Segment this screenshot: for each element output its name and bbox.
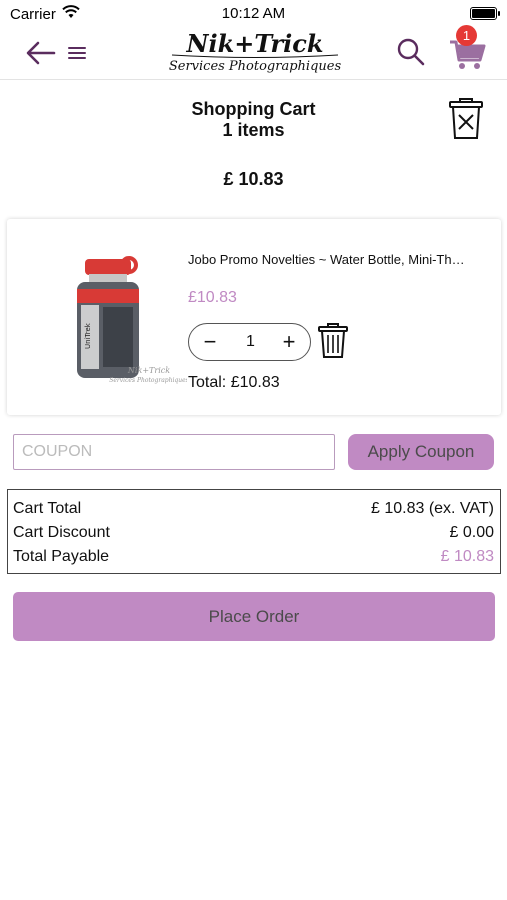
order-summary: Cart Total £ 10.83 (ex. VAT) Cart Discou… — [7, 489, 501, 574]
svg-text:Services Photographiques: Services Photographiques — [169, 59, 342, 74]
cart-badge: 1 — [456, 25, 477, 46]
page-title: Shopping Cart — [191, 99, 316, 119]
quantity-stepper: − 1 + — [188, 323, 311, 361]
product-price: £10.83 — [188, 289, 237, 306]
coupon-input[interactable] — [13, 434, 335, 470]
svg-text:Services Photographiques: Services Photographiques — [109, 377, 187, 384]
cart-total-value: £ 10.83 (ex. VAT) — [370, 500, 494, 517]
brand-logo: Nik+Trick Services Photographiques — [169, 30, 342, 74]
cart-item-count: 1 items — [222, 120, 285, 140]
trash-icon[interactable] — [317, 323, 349, 359]
quantity-increase-button[interactable]: + — [278, 328, 300, 356]
apply-coupon-button[interactable]: Apply Coupon — [348, 434, 494, 470]
cart-item-card: UniTrek Nik+Trick Services Photographiqu… — [7, 219, 501, 415]
battery-icon — [470, 7, 500, 20]
item-line-total: Total: £10.83 — [188, 374, 280, 391]
cart-discount-label: Cart Discount — [13, 524, 110, 541]
status-bar: Carrier 10:12 AM — [0, 0, 507, 28]
product-name[interactable]: Jobo Promo Novelties ~ Water Bottle, Min… — [188, 252, 488, 267]
svg-text:UniTrek: UniTrek — [84, 322, 92, 349]
quantity-value: 1 — [246, 333, 255, 350]
nav-bar: Nik+Trick Services Photographiques 1 — [0, 25, 507, 80]
quantity-decrease-button[interactable]: − — [199, 328, 221, 356]
svg-text:Nik+Trick: Nik+Trick — [186, 30, 324, 58]
product-image: UniTrek Nik+Trick Services Photographiqu… — [77, 256, 187, 384]
total-payable-label: Total Payable — [13, 548, 110, 565]
total-payable-value: £ 10.83 — [440, 548, 494, 565]
cart-total-label: Cart Total — [13, 500, 82, 517]
search-icon[interactable] — [395, 36, 427, 68]
summary-row-total-payable: Total Payable £ 10.83 — [13, 548, 494, 570]
cart-header-total: £ 10.83 — [223, 169, 284, 189]
back-arrow-icon[interactable] — [24, 40, 58, 66]
clear-cart-icon[interactable] — [447, 98, 485, 140]
summary-row-cart-total: Cart Total £ 10.83 (ex. VAT) — [13, 500, 494, 522]
clock: 10:12 AM — [221, 5, 286, 22]
cart-discount-value: £ 0.00 — [449, 524, 494, 541]
place-order-button[interactable]: Place Order — [13, 592, 495, 641]
hamburger-menu-icon[interactable] — [66, 42, 88, 64]
summary-row-cart-discount: Cart Discount £ 0.00 — [13, 524, 494, 546]
svg-text:Nik+Trick: Nik+Trick — [127, 366, 170, 375]
